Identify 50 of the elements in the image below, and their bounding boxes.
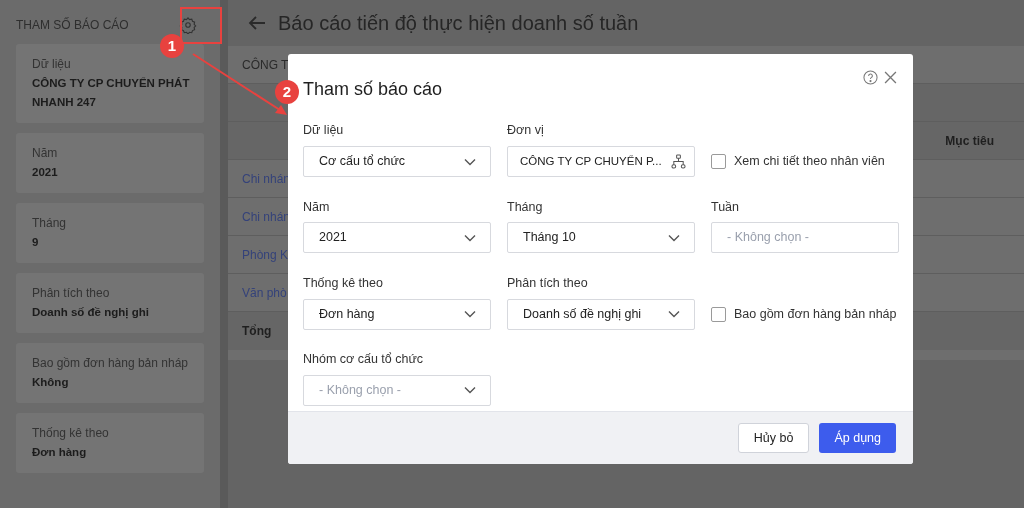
hierarchy-icon[interactable] [671,154,686,169]
dialog-title: Tham số báo cáo [303,78,443,101]
help-icon[interactable] [863,70,878,85]
checkbox[interactable] [711,154,726,169]
chevron-down-icon [668,233,680,242]
page-title: Báo cáo tiến độ thực hiện doanh số tuần [278,11,639,36]
checkbox-label: Bao gồm đơn hàng bản nháp [734,305,897,323]
dropdown-field[interactable]: Doanh số đề nghị ghi [507,298,695,330]
card-label: Năm [32,145,59,162]
cancel-button[interactable]: Hủy bỏ [737,423,810,453]
field-label: Thống kê theo [303,274,383,292]
field-label: Năm [303,198,330,216]
settings-icon[interactable] [179,16,197,34]
dropdown-field[interactable]: 2021 [303,222,491,254]
dropdown-field[interactable]: Đơn hàng [303,298,491,330]
card-value: 9 [32,235,40,250]
field-label: Đơn vị [507,122,544,140]
card-value: Đơn hàng [32,445,88,460]
checkbox-label: Xem chi tiết theo nhân viên [734,153,885,171]
checkbox[interactable] [711,306,726,322]
card-value: CÔNG TY CP CHUYỂN PHÁT NHANH 247 [32,76,191,110]
card-label: Dữ liệu [32,56,72,73]
card-label: Bao gồm đơn hàng bản nháp [32,355,189,372]
card-label: Thống kê theo [32,425,110,442]
card-value: Doanh số đề nghị ghi [32,305,150,321]
field-label: Nhóm cơ cấu tổ chức [303,351,424,368]
column-header: Mục tiêu [945,132,994,150]
card-value: 2021 [32,165,59,180]
dropdown-field[interactable]: Tháng 10 [507,222,695,254]
card-label: Tháng [32,215,68,232]
apply-button[interactable]: Áp dụng [819,423,896,453]
chevron-down-icon [464,157,476,166]
card-label: Phân tích theo [32,285,111,302]
sidebar-title: THAM SỐ BÁO CÁO [16,16,129,34]
field-label: Phân tích theo [507,274,588,292]
close-icon[interactable] [884,71,897,84]
chevron-down-icon [668,310,680,318]
field-label: Dữ liệu [303,122,344,140]
card-value: Không [32,375,70,390]
chevron-down-icon [464,233,476,242]
chevron-down-icon [464,386,476,395]
back-arrow-icon[interactable] [248,15,266,31]
field-label: Tuần [711,198,740,216]
field-label: Tháng [507,198,543,216]
dropdown-field[interactable]: Cơ cấu tổ chức [303,146,491,177]
company-name: CÔNG T [242,56,289,74]
chevron-down-icon [464,310,476,318]
dropdown-field[interactable]: CÔNG TY CP CHUYỂN P... [507,146,695,177]
sidebar-scrollbar[interactable] [220,0,228,508]
total-label: Tổng [242,323,272,340]
